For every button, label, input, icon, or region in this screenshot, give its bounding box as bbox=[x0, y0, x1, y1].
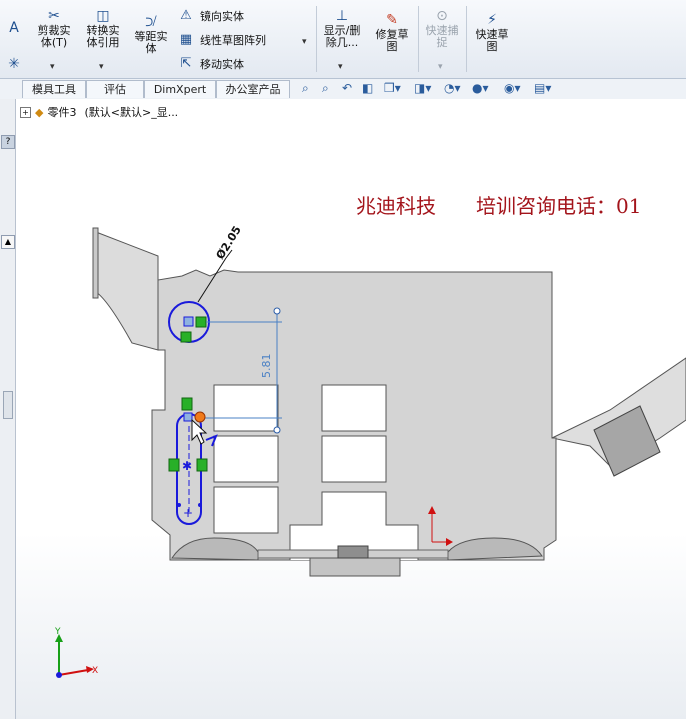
cutout bbox=[213, 384, 279, 432]
dimension-handle[interactable] bbox=[273, 307, 281, 315]
slot-handle[interactable] bbox=[177, 503, 181, 507]
triad-origin bbox=[56, 672, 62, 678]
triad-x-axis bbox=[58, 669, 89, 676]
top-left-flange bbox=[95, 231, 159, 351]
center-block bbox=[337, 545, 369, 559]
diameter-dimension[interactable]: Ø2.05 bbox=[214, 224, 244, 262]
vertical-dimension[interactable]: 5.81 bbox=[260, 354, 273, 379]
relation-icon bbox=[181, 397, 193, 411]
cutout bbox=[213, 486, 279, 534]
relation-icon bbox=[168, 458, 180, 472]
bottom-tab bbox=[309, 557, 401, 577]
cutout bbox=[321, 435, 387, 483]
slot-handle[interactable] bbox=[198, 503, 202, 507]
relation-icon bbox=[195, 316, 207, 328]
active-point[interactable] bbox=[194, 411, 206, 423]
flange-edge bbox=[92, 227, 99, 299]
sketch-drawing: Ø2.05 5.81 ✱ + Y X bbox=[54, 224, 686, 678]
relation-icon bbox=[196, 458, 208, 472]
midpoint-icon: ✱ bbox=[182, 459, 192, 473]
center-point[interactable] bbox=[183, 316, 194, 327]
triad-x-label: X bbox=[92, 666, 98, 676]
dimension-handle[interactable] bbox=[273, 426, 281, 434]
cutout bbox=[321, 384, 387, 432]
slot-endpoint-icon: + bbox=[183, 506, 193, 520]
triad-y-label: Y bbox=[54, 627, 61, 637]
slot-point[interactable] bbox=[183, 412, 193, 422]
cutout bbox=[213, 435, 279, 483]
relation-icon bbox=[180, 331, 192, 343]
